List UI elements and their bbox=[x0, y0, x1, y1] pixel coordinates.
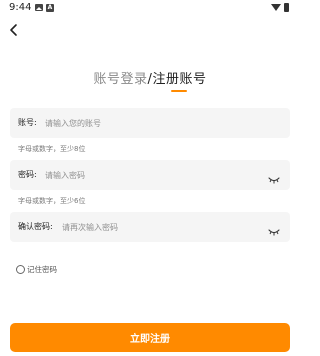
eye-closed-icon[interactable] bbox=[268, 222, 280, 236]
account-input[interactable] bbox=[45, 114, 275, 132]
status-bar: 9:44 A bbox=[0, 0, 300, 16]
a-icon: A bbox=[46, 4, 54, 12]
account-field: 账号: bbox=[10, 108, 290, 138]
active-tab-underline bbox=[171, 90, 188, 92]
eye-closed-icon[interactable] bbox=[268, 170, 280, 184]
password-field: 密码: bbox=[10, 160, 290, 190]
wifi-icon bbox=[271, 4, 281, 11]
confirm-password-field: 确认密码: bbox=[10, 212, 290, 242]
password-label: 密码: bbox=[18, 170, 37, 179]
password-hint: 字母或数字，至少6位 bbox=[18, 197, 86, 205]
battery-icon bbox=[284, 3, 289, 12]
register-button[interactable]: 立即注册 bbox=[10, 323, 290, 352]
tab-register[interactable]: 注册账号 bbox=[152, 72, 207, 92]
tab-register-label: 注册账号 bbox=[152, 72, 207, 87]
account-label: 账号: bbox=[18, 118, 37, 127]
confirm-password-input[interactable] bbox=[62, 218, 260, 236]
status-time: 9:44 bbox=[9, 2, 32, 13]
page-title: 账号登录/注册账号 bbox=[0, 68, 300, 92]
remember-password-label: 记住密码 bbox=[27, 265, 57, 274]
radio-icon[interactable] bbox=[16, 265, 25, 274]
confirm-password-label: 确认密码: bbox=[18, 222, 53, 231]
tab-login[interactable]: 账号登录 bbox=[94, 72, 148, 87]
account-hint: 字母或数字，至少8位 bbox=[18, 145, 86, 153]
image-icon bbox=[35, 4, 43, 11]
back-arrow-icon[interactable] bbox=[6, 22, 22, 38]
password-input[interactable] bbox=[45, 166, 260, 184]
